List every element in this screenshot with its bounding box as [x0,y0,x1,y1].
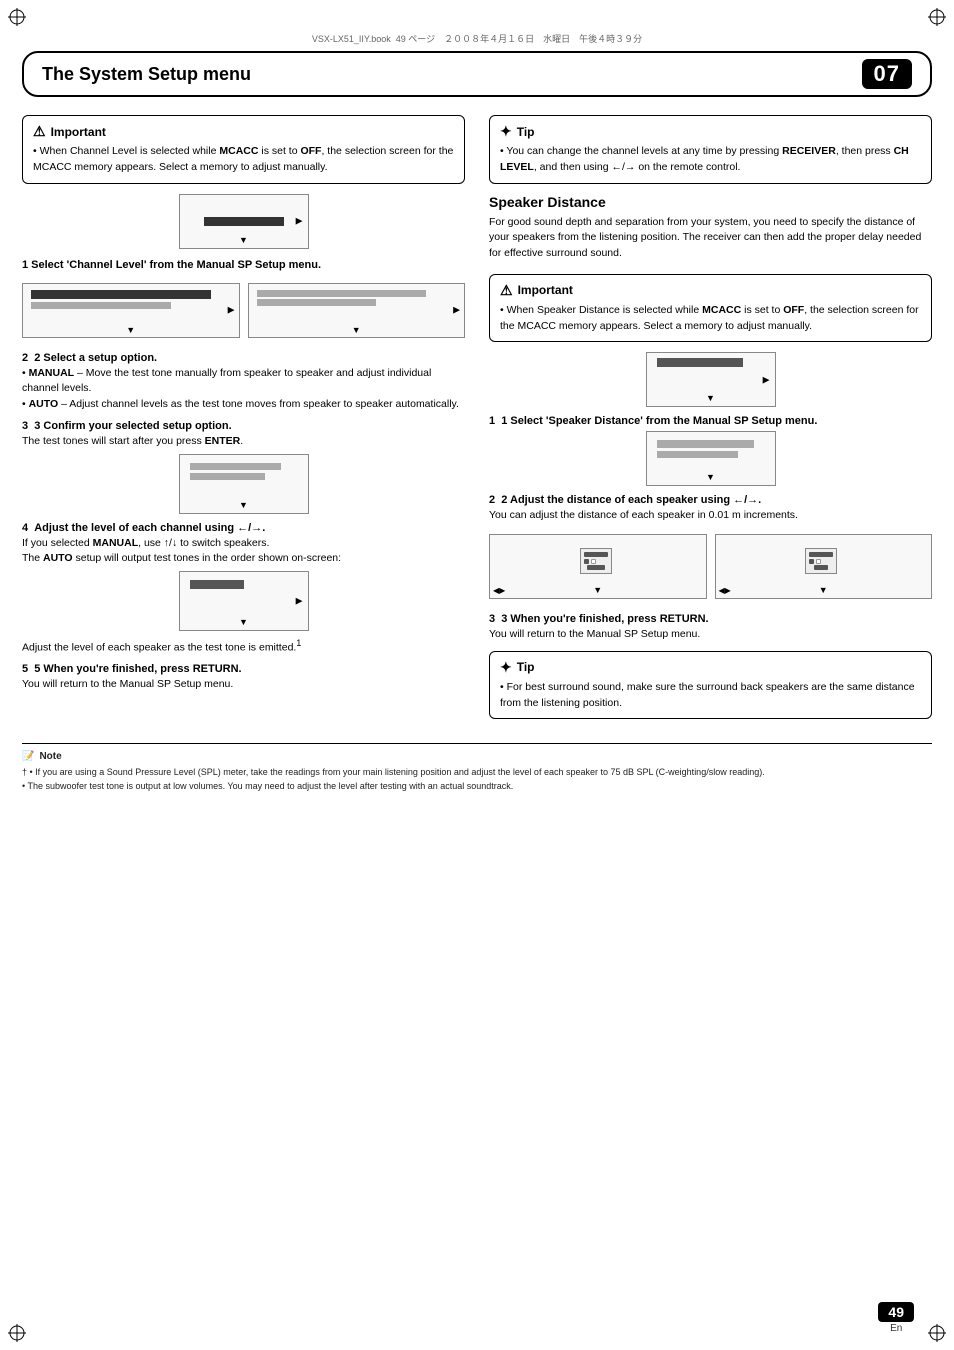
screen-mockup-4: ▶ ▼ [179,571,309,631]
important-header-2: ⚠ Important [500,282,921,299]
page: VSX-LX51_IIY.book 49 ページ ２００８年４月１６日 水曜日 … [0,0,954,1350]
step1-heading-left: 1 Select 'Channel Level' from the Manual… [22,259,465,271]
screen-mockup-3: ▼ [179,454,309,514]
step4-body-left: If you selected MANUAL, use ↑/↓ to switc… [22,536,465,568]
header-bar: The System Setup menu 07 [22,51,932,97]
tip-icon-2: ✦ [500,659,512,676]
screen-mockup-r3b: ◀▶ ▼ [715,534,933,599]
page-number: 49 [878,1302,914,1322]
page-title: The System Setup menu [42,64,251,85]
step5-heading-left: 5 5 When you're finished, press RETURN. [22,663,465,675]
screen-mockup-r2: ▼ [646,431,776,486]
step2-body-right: You can adjust the distance of each spea… [489,508,932,524]
left-column: ⚠ Important • When Channel Level is sele… [22,115,465,729]
warning-icon-1: ⚠ [33,123,46,140]
screen-mockup-2a: ▶ ▼ [22,283,240,338]
step1-heading-right: 1 1 Select 'Speaker Distance' from the M… [489,415,932,427]
important-header-1: ⚠ Important [33,123,454,140]
note-footer-lines: † • If you are using a Sound Pressure Le… [22,766,932,793]
top-meta: VSX-LX51_IIY.book 49 ページ ２００８年４月１６日 水曜日 … [22,32,932,45]
step3-heading-left: 3 3 Confirm your selected setup option. [22,420,465,432]
screen-mockup-r1: ▶ ▼ [646,352,776,407]
chapter-badge: 07 [862,59,912,89]
screen-mockup-2b: ▶ ▼ [248,283,466,338]
tip-header-2: ✦ Tip [500,659,921,676]
step4-body2-left: Adjust the level of each speaker as the … [22,637,465,656]
step3-heading-right: 3 3 When you're finished, press RETURN. [489,613,932,625]
important-body-2: • When Speaker Distance is selected whil… [500,303,921,335]
step2-heading-left: 2 2 Select a setup option. [22,352,465,364]
step2-body-left: • MANUAL – Move the test tone manually f… [22,366,465,413]
tip-header-1: ✦ Tip [500,123,921,140]
right-column: ✦ Tip • You can change the channel level… [489,115,932,729]
page-number-area: 49 En [878,1302,914,1334]
note-line-2: • The subwoofer test tone is output at l… [22,780,932,794]
dual-screen-1: ▶ ▼ ▶ ▼ [22,277,465,344]
step3-body-left: The test tones will start after you pres… [22,434,465,450]
important-box-1: ⚠ Important • When Channel Level is sele… [22,115,465,184]
tip-body-1: • You can change the channel levels at a… [500,144,921,176]
tip-box-2: ✦ Tip • For best surround sound, make su… [489,651,932,720]
content-columns: ⚠ Important • When Channel Level is sele… [22,115,932,729]
speaker-distance-section: Speaker Distance For good sound depth an… [489,194,932,262]
important-box-2: ⚠ Important • When Speaker Distance is s… [489,274,932,343]
speaker-distance-title: Speaker Distance [489,194,932,210]
screen-mockup-r3a: ◀▶ ▼ [489,534,707,599]
tip-box-1: ✦ Tip • You can change the channel level… [489,115,932,184]
tip-body-2: • For best surround sound, make sure the… [500,680,921,712]
speaker-distance-intro: For good sound depth and separation from… [489,215,932,262]
important-body-1: • When Channel Level is selected while M… [33,144,454,176]
step2-heading-right: 2 2 Adjust the distance of each speaker … [489,494,932,506]
screen-mockup-1: ▶ ▼ [179,194,309,249]
note-line-1: † • If you are using a Sound Pressure Le… [22,766,932,780]
step4-heading-left: 4 Adjust the level of each channel using… [22,522,465,534]
dual-screen-r: ◀▶ ▼ [489,528,932,605]
note-icon: 📝 [22,749,34,764]
warning-icon-2: ⚠ [500,282,513,299]
step5-body-left: You will return to the Manual SP Setup m… [22,677,465,693]
tip-icon-1: ✦ [500,123,512,140]
note-footer: 📝 Note † • If you are using a Sound Pres… [22,743,932,793]
note-footer-header: 📝 Note [22,749,932,764]
step3-body-right: You will return to the Manual SP Setup m… [489,627,932,643]
page-lang: En [878,1323,914,1334]
